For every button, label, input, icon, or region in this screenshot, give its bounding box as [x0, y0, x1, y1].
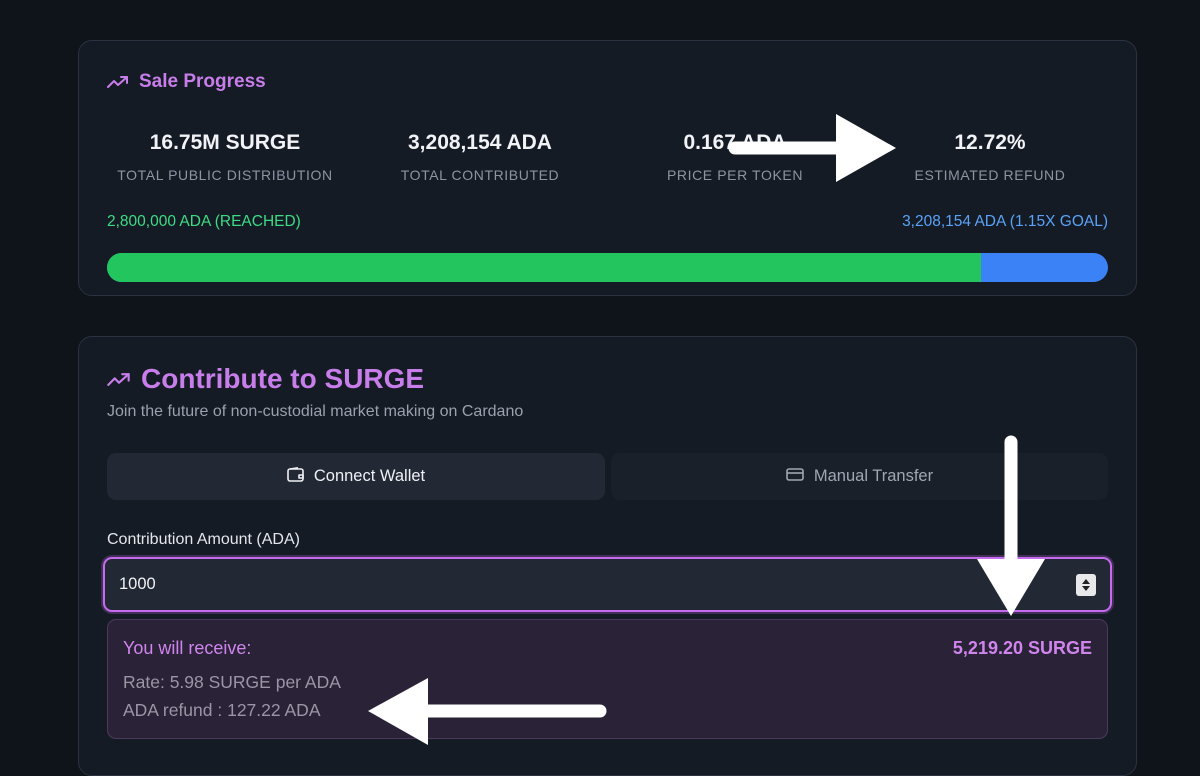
tab-manual-transfer[interactable]: Manual Transfer: [611, 453, 1108, 500]
credit-card-icon: [786, 467, 804, 486]
trending-up-icon: [107, 75, 129, 89]
stat-label: PRICE PER TOKEN: [666, 167, 804, 183]
contribution-amount-label: Contribution Amount (ADA): [107, 531, 300, 548]
stat-estimated-refund: 12.72% ESTIMATED REFUND: [860, 131, 1120, 183]
amount-stepper[interactable]: [1076, 573, 1096, 596]
sale-progress-fill: [107, 253, 981, 282]
trending-up-icon: [107, 372, 131, 387]
sale-progress-title-text: Sale Progress: [139, 71, 266, 92]
wallet-icon: [287, 466, 304, 487]
sale-progress-bar: [107, 253, 1108, 282]
receive-label: You will receive:: [123, 638, 252, 658]
receive-summary: You will receive: 5,219.20 SURGE Rate: 5…: [107, 619, 1108, 739]
stat-value: 16.75M SURGE: [149, 131, 301, 154]
stat-total-distribution: 16.75M SURGE TOTAL PUBLIC DISTRIBUTION: [95, 131, 355, 183]
receive-rate: Rate: 5.98 SURGE per ADA: [123, 672, 341, 692]
stepper-up-icon[interactable]: [1082, 578, 1090, 584]
total-goal-text: 3,208,154 ADA (1.15X GOAL): [902, 213, 1108, 230]
stat-value: 0.167 ADA: [683, 131, 787, 154]
contribute-title-text: Contribute to SURGE: [141, 363, 425, 394]
contribution-amount-field[interactable]: [103, 557, 1112, 612]
contribute-card: Contribute to SURGE Join the future of n…: [78, 336, 1137, 776]
sale-progress-card: Sale Progress 16.75M SURGE TOTAL PUBLIC …: [78, 40, 1137, 296]
stat-label: TOTAL PUBLIC DISTRIBUTION: [117, 167, 333, 183]
goal-reached-text: 2,800,000 ADA (REACHED): [107, 213, 301, 230]
stat-price-per-token: 0.167 ADA PRICE PER TOKEN: [605, 131, 865, 183]
stat-total-contributed: 3,208,154 ADA TOTAL CONTRIBUTED: [350, 131, 610, 183]
contribute-title: Contribute to SURGE: [107, 363, 424, 395]
stepper-down-icon[interactable]: [1082, 585, 1090, 591]
tab-connect-wallet[interactable]: Connect Wallet: [107, 453, 605, 500]
sale-progress-title: Sale Progress: [107, 71, 266, 93]
stat-label: TOTAL CONTRIBUTED: [400, 167, 560, 183]
tab-label: Connect Wallet: [313, 467, 426, 485]
stat-value: 3,208,154 ADA: [408, 131, 552, 154]
stat-label: ESTIMATED REFUND: [914, 167, 1066, 183]
contribution-amount-input[interactable]: [119, 575, 1076, 594]
receive-refund: ADA refund : 127.22 ADA: [123, 700, 321, 720]
contribute-subtitle: Join the future of non-custodial market …: [107, 403, 524, 420]
receive-amount: 5,219.20 SURGE: [952, 638, 1092, 658]
tab-label: Manual Transfer: [813, 467, 934, 485]
stat-value: 12.72%: [954, 131, 1026, 154]
